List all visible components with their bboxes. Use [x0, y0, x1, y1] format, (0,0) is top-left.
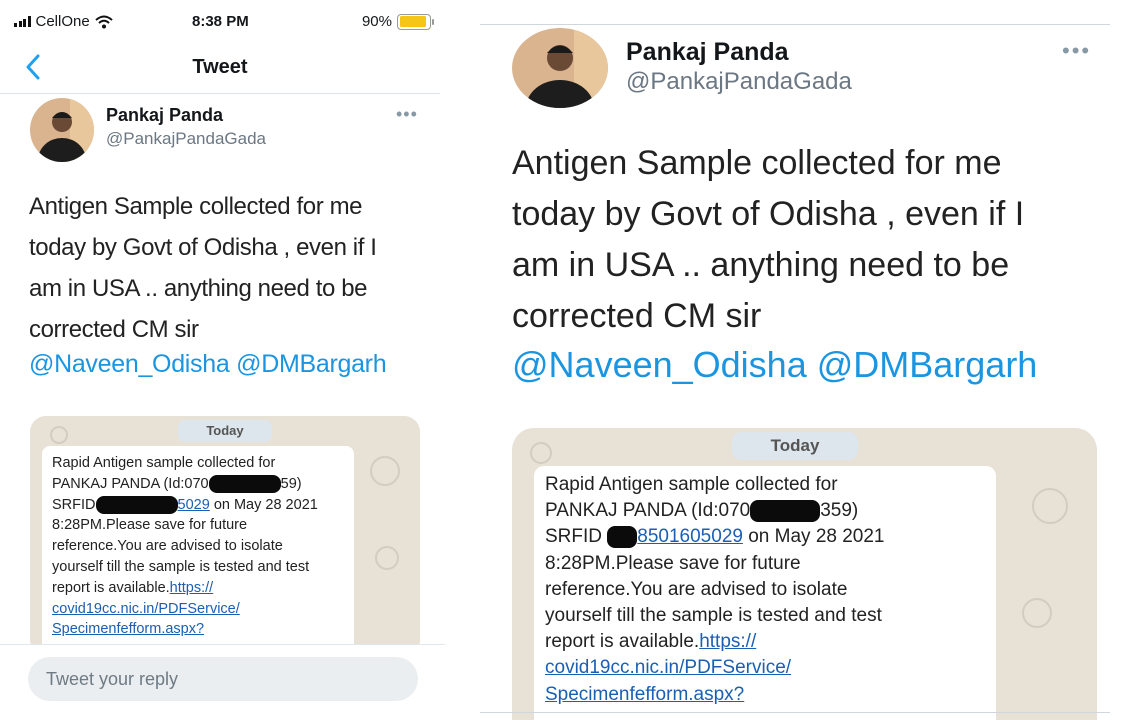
sms-line: Rapid Antigen sample collected for: [52, 455, 276, 471]
avatar[interactable]: [512, 28, 608, 108]
sms-line: 8:28PM.Please save for future: [52, 517, 248, 534]
report-link[interactable]: https://: [699, 631, 756, 652]
wifi-icon: [95, 15, 113, 28]
carrier-name: CellOne: [35, 13, 90, 30]
sms-line: yourself till the sample is tested and t…: [52, 558, 310, 575]
tweet-line: am in USA .. anything need to be: [29, 275, 368, 302]
signal-icon: [14, 16, 31, 27]
author-handle[interactable]: @PankajPandaGada: [106, 129, 266, 149]
avatar-photo: [30, 98, 94, 162]
tweet-line: corrected CM sir: [29, 316, 199, 343]
tweet-image[interactable]: Today Rapid Antigen sample collected for…: [30, 416, 420, 656]
date-badge: Today: [178, 420, 272, 442]
sms-bubble: Rapid Antigen sample collected for PANKA…: [42, 446, 354, 656]
tweet-image[interactable]: Today Rapid Antigen sample collected for…: [512, 428, 1097, 720]
report-link[interactable]: covid19cc.nic.in/PDFService/: [52, 599, 344, 620]
sms-line: yourself till the sample is tested and t…: [545, 605, 882, 627]
redaction: [750, 500, 821, 523]
battery-status: 90%: [361, 13, 434, 30]
tweet-mentions[interactable]: @Naveen_Odisha @DMBargarh: [29, 350, 387, 379]
sms-line: reference.You are advised to isolate: [52, 538, 283, 555]
report-link[interactable]: covid19cc.nic.in/PDFService/: [545, 655, 985, 681]
sms-line: 8:28PM.Please save for future: [545, 552, 801, 574]
tweet-text: Antigen Sample collected for me today by…: [29, 186, 429, 350]
author-name[interactable]: Pankaj Panda: [626, 38, 789, 67]
tweet-text: Antigen Sample collected for me today by…: [512, 138, 1112, 342]
sms-line: PANKAJ PANDA (Id:070 359): [545, 500, 859, 523]
tweet-line: today by Govt of Odisha , even if I: [512, 195, 1025, 233]
zoomed-tweet-panel: Pankaj Panda @PankajPandaGada ••• Antige…: [470, 0, 1125, 720]
author-name[interactable]: Pankaj Panda: [106, 105, 223, 126]
tweet-line: Antigen Sample collected for me: [29, 193, 363, 220]
sms-line: SRFID 8501605029 on May 28 2021: [545, 526, 885, 549]
report-link[interactable]: Specimenfefform.aspx?: [52, 619, 344, 640]
author-handle[interactable]: @PankajPandaGada: [626, 68, 852, 96]
avatar[interactable]: [30, 98, 94, 162]
redaction: [607, 526, 638, 549]
sms-line: report is available.https://: [52, 579, 214, 596]
sms-bubble: Rapid Antigen sample collected for PANKA…: [534, 466, 996, 720]
srfid-link[interactable]: 5029: [178, 497, 210, 513]
tweet-line: corrected CM sir: [512, 297, 762, 335]
nav-bar: Tweet: [0, 44, 440, 94]
reply-bar: [0, 644, 445, 720]
sms-line: PANKAJ PANDA (Id:070 59): [52, 474, 302, 493]
tweet-mentions[interactable]: @Naveen_Odisha @DMBargarh: [512, 344, 1037, 386]
sms-line: Rapid Antigen sample collected for: [545, 474, 838, 495]
report-link[interactable]: https://: [170, 580, 214, 596]
date-badge: Today: [732, 432, 858, 460]
page-title: Tweet: [192, 56, 248, 78]
report-link[interactable]: Specimenfefform.aspx?: [545, 682, 985, 708]
status-bar: CellOne 8:38 PM 90%: [0, 0, 445, 44]
battery-icon: [397, 13, 434, 30]
status-time: 8:38 PM: [192, 13, 249, 30]
redaction: [208, 474, 281, 493]
srfid-link[interactable]: 8501605029: [637, 526, 743, 547]
tweet-line: Antigen Sample collected for me: [512, 144, 1002, 182]
more-horizontal-icon[interactable]: •••: [1062, 38, 1091, 64]
divider: [480, 24, 1110, 25]
avatar-photo: [512, 28, 608, 108]
battery-fill: [399, 16, 426, 27]
carrier-status: CellOne: [14, 13, 113, 30]
tweet-line: today by Govt of Odisha , even if I: [29, 234, 377, 261]
sms-line: reference.You are advised to isolate: [545, 578, 848, 600]
redaction: [95, 495, 178, 514]
phone-screenshot-panel: CellOne 8:38 PM 90% Tweet Pankaj Panda @…: [0, 0, 445, 720]
tweet-line: am in USA .. anything need to be: [512, 246, 1010, 284]
reply-input[interactable]: [28, 657, 418, 701]
sms-line: report is available.https://: [545, 631, 757, 653]
divider: [480, 712, 1110, 713]
battery-percent: 90%: [361, 13, 392, 30]
sms-line: SRFID 5029 on May 28 2021: [52, 495, 318, 514]
more-horizontal-icon[interactable]: •••: [396, 104, 418, 125]
